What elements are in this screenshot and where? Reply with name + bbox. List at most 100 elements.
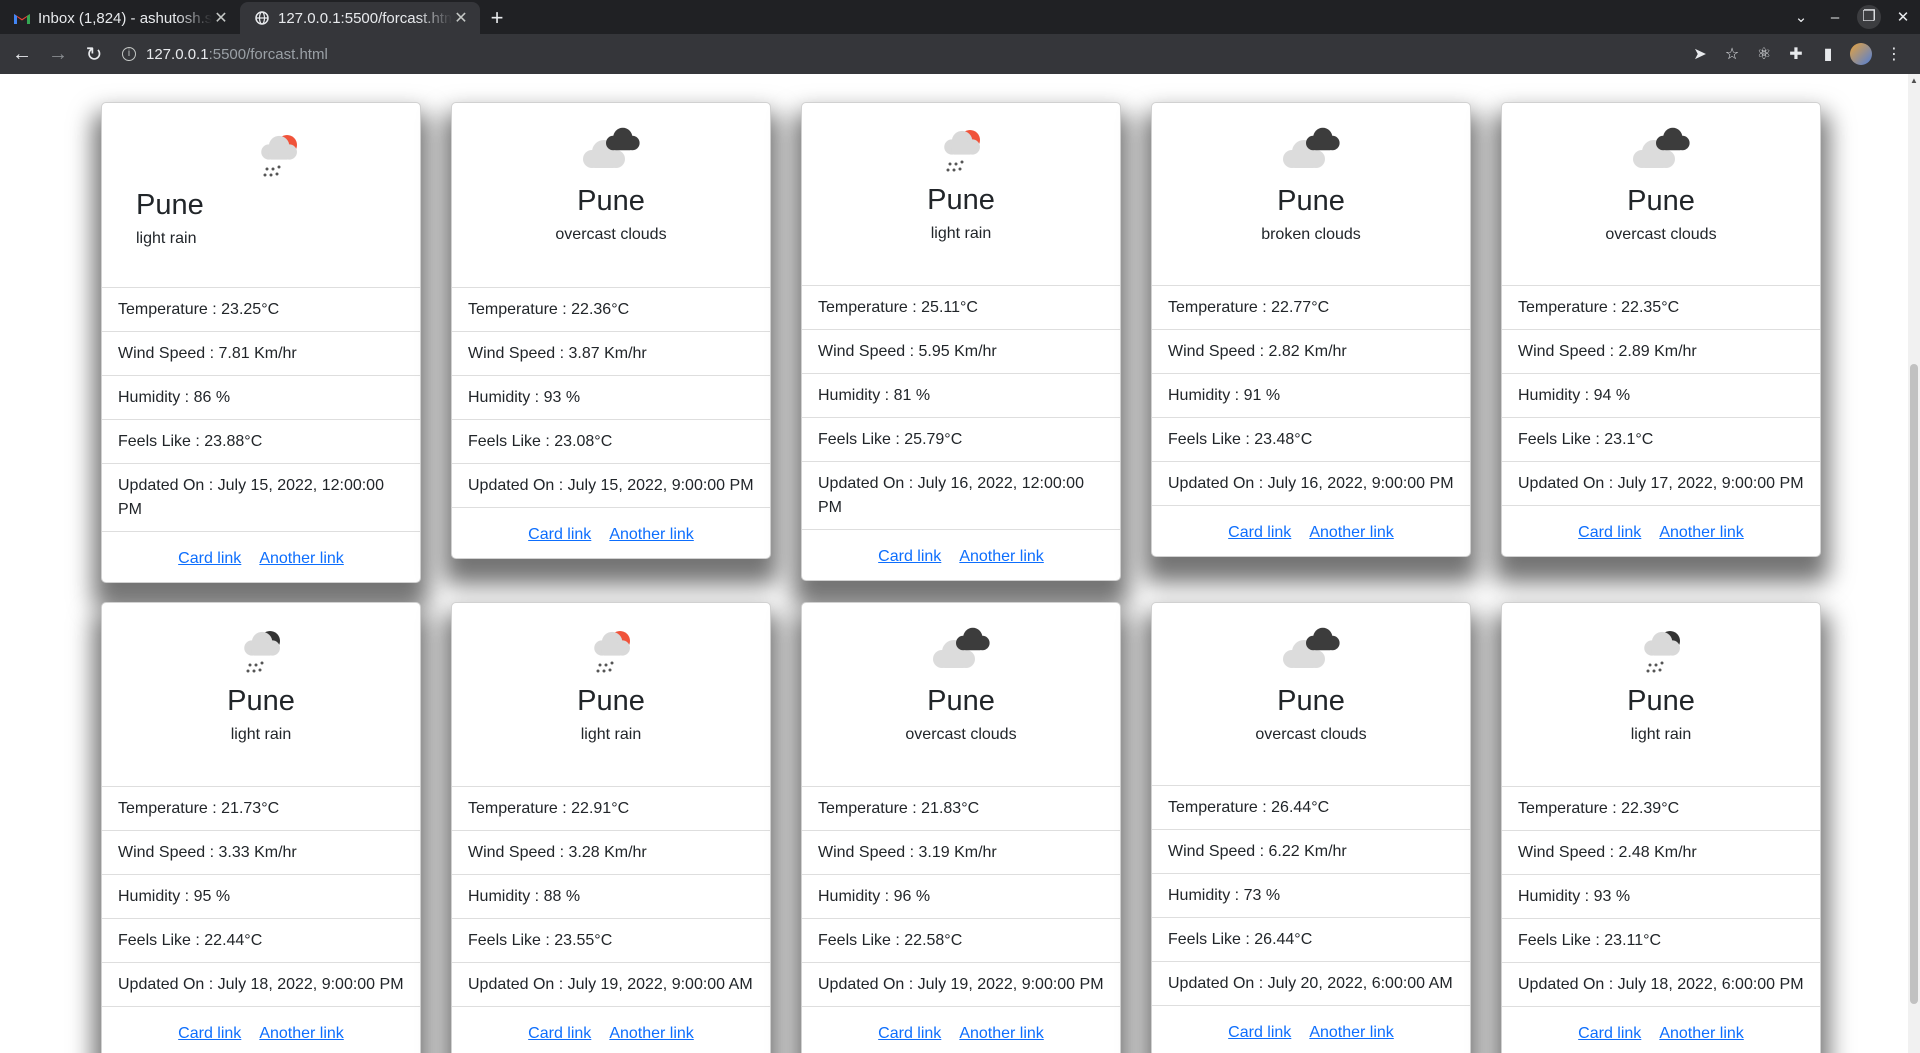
profile-avatar[interactable]: [1850, 43, 1872, 65]
wind-speed-row: Wind Speed : 2.48 Km/hr: [1502, 831, 1820, 875]
card-link[interactable]: Card link: [528, 526, 591, 543]
page-scrollbar[interactable]: ▲: [1908, 74, 1920, 1053]
another-link[interactable]: Another link: [259, 550, 344, 567]
another-link[interactable]: Another link: [1659, 1025, 1744, 1042]
humidity-label: Humidity :: [118, 888, 194, 905]
card-link[interactable]: Card link: [1228, 524, 1291, 541]
minimize-icon[interactable]: –: [1818, 9, 1852, 26]
temperature-label: Temperature :: [118, 301, 222, 318]
wind-speed-row: Wind Speed : 2.82 Km/hr: [1152, 330, 1470, 374]
new-tab-icon[interactable]: +: [480, 2, 514, 34]
weather-details-list: Temperature : 22.36°C Wind Speed : 3.87 …: [452, 287, 770, 508]
weather-details-list: Temperature : 21.83°C Wind Speed : 3.19 …: [802, 786, 1120, 1007]
side-panel-icon[interactable]: ▮: [1812, 44, 1844, 64]
wind-speed-row: Wind Speed : 3.28 Km/hr: [452, 831, 770, 875]
tab-gmail[interactable]: Inbox (1,824) - ashutosh.s ✕: [0, 2, 240, 34]
forecast-card: Pune overcast clouds Temperature : 26.44…: [1151, 602, 1471, 1053]
rain-sun-icon: [944, 130, 980, 172]
overcast-clouds-icon: [933, 627, 990, 668]
humidity-value: 73 %: [1243, 887, 1281, 904]
forecast-card: Pune light rain Temperature : 25.11°C Wi…: [801, 102, 1121, 581]
humidity-label: Humidity :: [1518, 387, 1594, 404]
updated-on-value: July 16, 2022, 9:00:00 PM: [1267, 475, 1454, 492]
another-link[interactable]: Another link: [1309, 524, 1394, 541]
another-link[interactable]: Another link: [959, 548, 1044, 565]
temperature-label: Temperature :: [118, 800, 222, 817]
feels-like-row: Feels Like : 26.44°C: [1152, 918, 1470, 962]
another-link[interactable]: Another link: [1309, 1024, 1394, 1041]
react-devtools-icon[interactable]: ⚛: [1748, 44, 1780, 64]
humidity-row: Humidity : 81 %: [802, 374, 1120, 418]
card-link[interactable]: Card link: [528, 1025, 591, 1042]
city-name: Pune: [227, 685, 295, 717]
scroll-up-icon[interactable]: ▲: [1908, 76, 1920, 85]
feels-like-row: Feels Like : 23.55°C: [452, 919, 770, 963]
wind-speed-value: 2.48 Km/hr: [1618, 844, 1697, 861]
card-link[interactable]: Card link: [878, 1025, 941, 1042]
address-bar[interactable]: i 127.0.0.1:5500/forcast.html: [122, 39, 328, 69]
feels-like-value: 23.48°C: [1254, 431, 1313, 448]
humidity-value: 88 %: [543, 888, 581, 905]
site-info-icon[interactable]: i: [122, 47, 136, 61]
close-tab-icon[interactable]: ✕: [212, 8, 230, 28]
humidity-label: Humidity :: [818, 888, 894, 905]
close-window-icon[interactable]: ✕: [1886, 8, 1920, 26]
wind-speed-row: Wind Speed : 3.33 Km/hr: [102, 831, 420, 875]
forecast-card: Pune light rain Temperature : 22.91°C Wi…: [451, 602, 771, 1053]
updated-on-row: Updated On : July 19, 2022, 9:00:00 PM: [802, 963, 1120, 1007]
updated-on-label: Updated On :: [468, 976, 568, 993]
bookmark-star-icon[interactable]: ☆: [1716, 44, 1748, 64]
card-links: Card link Another link: [1152, 506, 1470, 556]
rain-night-icon: [244, 631, 280, 673]
close-tab-icon[interactable]: ✕: [452, 8, 470, 28]
updated-on-row: Updated On : July 15, 2022, 12:00:00 PM: [102, 464, 420, 532]
card-body: Pune overcast clouds: [1152, 603, 1470, 785]
temperature-row: Temperature : 22.91°C: [452, 787, 770, 831]
humidity-label: Humidity :: [1518, 888, 1594, 905]
another-link[interactable]: Another link: [609, 1025, 694, 1042]
reload-icon[interactable]: ↻: [80, 42, 108, 67]
page-viewport: Pune light rain Temperature : 23.25°C Wi…: [0, 74, 1920, 1053]
forward-icon[interactable]: →: [44, 43, 72, 66]
card-body: Pune light rain: [452, 603, 770, 786]
card-links: Card link Another link: [452, 508, 770, 558]
wind-speed-label: Wind Speed :: [118, 844, 219, 861]
card-link[interactable]: Card link: [878, 548, 941, 565]
wind-speed-value: 3.19 Km/hr: [918, 844, 997, 861]
menu-icon[interactable]: ⋮: [1878, 44, 1910, 64]
another-link[interactable]: Another link: [1659, 524, 1744, 541]
feels-like-label: Feels Like :: [818, 431, 905, 448]
feels-like-label: Feels Like :: [118, 932, 205, 949]
card-links: Card link Another link: [452, 1007, 770, 1053]
card-link[interactable]: Card link: [1228, 1024, 1291, 1041]
feels-like-label: Feels Like :: [1168, 931, 1255, 948]
card-links: Card link Another link: [1502, 1007, 1820, 1053]
card-link[interactable]: Card link: [1578, 1025, 1641, 1042]
feels-like-label: Feels Like :: [118, 433, 205, 450]
tab-forecast[interactable]: 127.0.0.1:5500/forcast.html ✕: [240, 2, 480, 34]
send-icon[interactable]: ➤: [1684, 44, 1716, 64]
updated-on-label: Updated On :: [1168, 975, 1268, 992]
toolbar-actions: ➤ ☆ ⚛ ✚ ▮ ⋮: [1684, 34, 1910, 74]
url-path: :5500/forcast.html: [208, 45, 328, 63]
extensions-icon[interactable]: ✚: [1780, 44, 1812, 64]
back-icon[interactable]: ←: [8, 43, 36, 66]
another-link[interactable]: Another link: [959, 1025, 1044, 1042]
scrollbar-thumb[interactable]: [1910, 364, 1918, 1004]
feels-like-value: 22.58°C: [904, 932, 963, 949]
another-link[interactable]: Another link: [259, 1025, 344, 1042]
card-link[interactable]: Card link: [178, 550, 241, 567]
wind-speed-row: Wind Speed : 7.81 Km/hr: [102, 332, 420, 376]
card-link[interactable]: Card link: [1578, 524, 1641, 541]
another-link[interactable]: Another link: [609, 526, 694, 543]
temperature-row: Temperature : 23.25°C: [102, 288, 420, 332]
temperature-value: 26.44°C: [1271, 799, 1330, 816]
temperature-value: 22.39°C: [1621, 800, 1680, 817]
restore-icon[interactable]: ❐: [1857, 5, 1881, 29]
updated-on-value: July 19, 2022, 9:00:00 PM: [917, 976, 1104, 993]
wind-speed-label: Wind Speed :: [818, 343, 919, 360]
city-name: Pune: [1277, 185, 1345, 217]
tab-search-icon[interactable]: ⌄: [1784, 8, 1818, 26]
card-link[interactable]: Card link: [178, 1025, 241, 1042]
weather-description: light rain: [136, 230, 197, 247]
